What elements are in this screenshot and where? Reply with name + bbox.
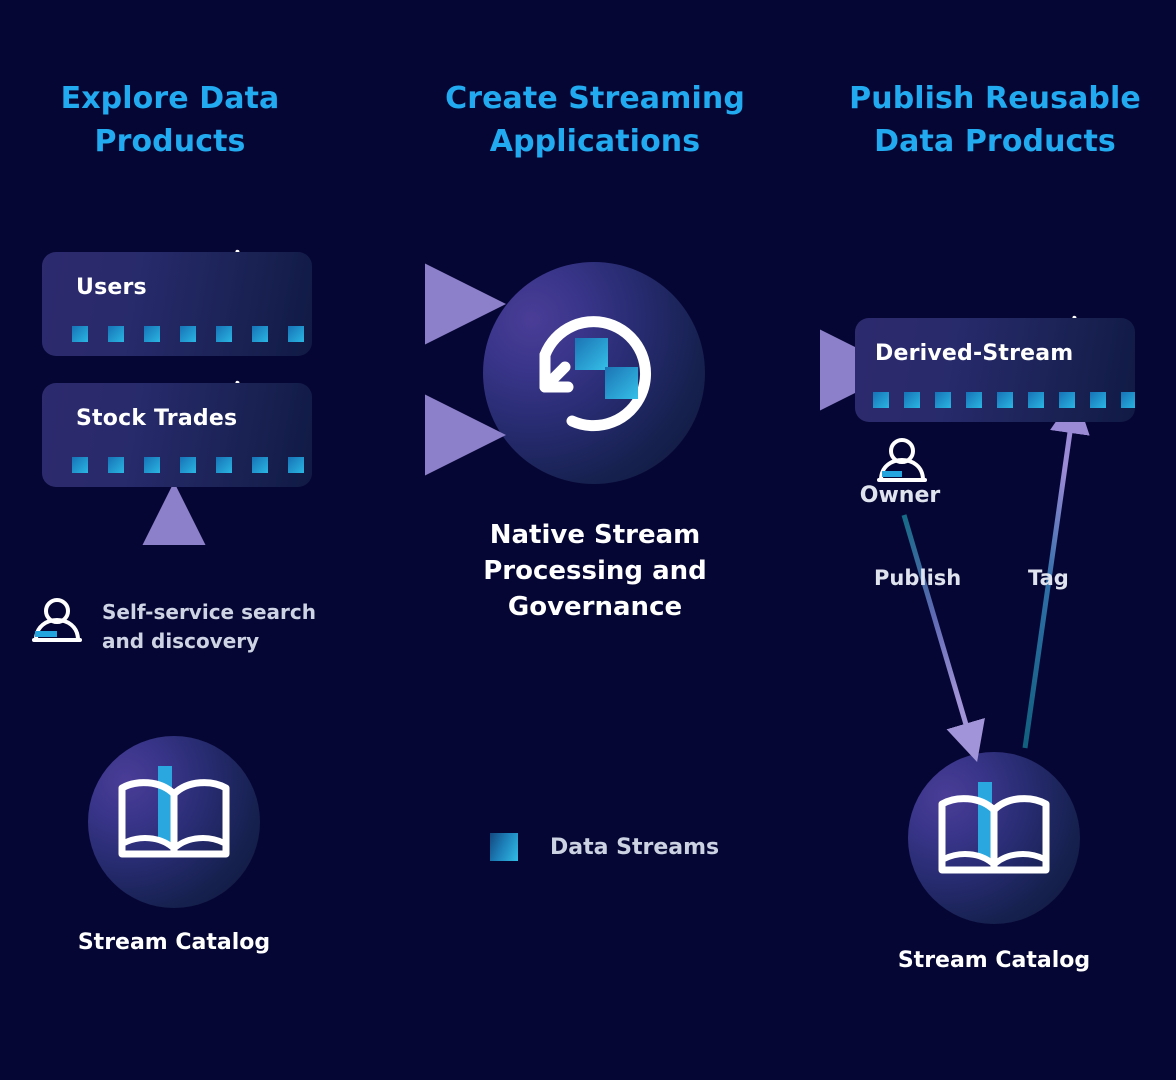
data-product-card-users[interactable]: Users [42, 252, 312, 356]
card-label: Derived-Stream [875, 340, 1074, 366]
data-product-card-stock-trades[interactable]: Stock Trades [42, 383, 312, 487]
card-header: Stock Trades [42, 383, 312, 453]
stream-catalog-right-circle [908, 752, 1080, 924]
card-stream-squares [855, 392, 1135, 408]
stream-catalog-left-label: Stream Catalog [77, 930, 271, 955]
stream-square [216, 457, 232, 473]
stream-square [997, 392, 1013, 408]
stream-square [873, 392, 889, 408]
owner-label: Owner [859, 483, 941, 508]
publish-edge-label: Publish [874, 566, 962, 590]
stream-square [1090, 392, 1106, 408]
stream-square [1121, 392, 1135, 408]
column-title-create: Create Streaming Applications [445, 78, 745, 163]
column-title-explore: Explore Data Products [20, 78, 320, 163]
card-stream-squares [42, 326, 312, 342]
stream-square [1059, 392, 1075, 408]
stream-square [904, 392, 920, 408]
stream-square [72, 457, 88, 473]
column-title-publish: Publish Reusable Data Products [845, 78, 1145, 163]
card-header: Users [42, 252, 312, 322]
column-divider-right [809, 58, 819, 1080]
card-label: Users [76, 274, 147, 300]
stream-catalog-left-circle [88, 736, 260, 908]
processing-node-label-line2: Processing and [483, 555, 707, 586]
stream-square [288, 457, 304, 473]
stream-square [108, 326, 124, 342]
diagram-canvas: Explore Data Products Create Streaming A… [0, 0, 1176, 1080]
column-title-create-line2: Applications [489, 123, 701, 159]
stream-square [144, 457, 160, 473]
processing-node-circle [483, 262, 705, 484]
stream-square [288, 326, 304, 342]
column-title-explore-line2: Products [94, 123, 246, 159]
processing-node-label: Native Stream Processing and Governance [445, 518, 745, 626]
stream-square [935, 392, 951, 408]
stream-square [180, 457, 196, 473]
stream-catalog-right-label: Stream Catalog [897, 948, 1091, 973]
card-header: Derived-Stream [855, 318, 1135, 388]
column-title-publish-line2: Data Products [874, 123, 1116, 159]
legend-swatch-data-streams [490, 833, 518, 861]
self-service-label-line2: and discovery [102, 629, 260, 653]
column-divider-left [372, 58, 382, 1080]
stream-square [108, 457, 124, 473]
stream-square [252, 457, 268, 473]
self-service-label: Self-service search and discovery [102, 598, 352, 656]
column-title-explore-line1: Explore Data [60, 81, 280, 116]
self-service-label-line1: Self-service search [102, 600, 317, 624]
legend: Data Streams [490, 833, 719, 861]
legend-label-data-streams: Data Streams [550, 834, 720, 860]
stream-square [966, 392, 982, 408]
arrow-publish [901, 514, 985, 762]
column-title-create-line1: Create Streaming [445, 81, 745, 116]
processing-node-label-line3: Governance [507, 591, 683, 622]
person-icon [32, 598, 82, 642]
data-product-card-derived-stream[interactable]: Derived-Stream [855, 318, 1135, 422]
stream-square [180, 326, 196, 342]
processing-node-label-line1: Native Stream [489, 520, 701, 550]
stream-square [144, 326, 160, 342]
stream-square [252, 326, 268, 342]
column-title-publish-line1: Publish Reusable [849, 81, 1141, 116]
stream-square [72, 326, 88, 342]
card-label: Stock Trades [76, 405, 238, 431]
card-stream-squares [42, 457, 312, 473]
tag-edge-label: Tag [1028, 566, 1069, 590]
stream-square [1028, 392, 1044, 408]
person-icon [877, 438, 927, 482]
stream-square [216, 326, 232, 342]
